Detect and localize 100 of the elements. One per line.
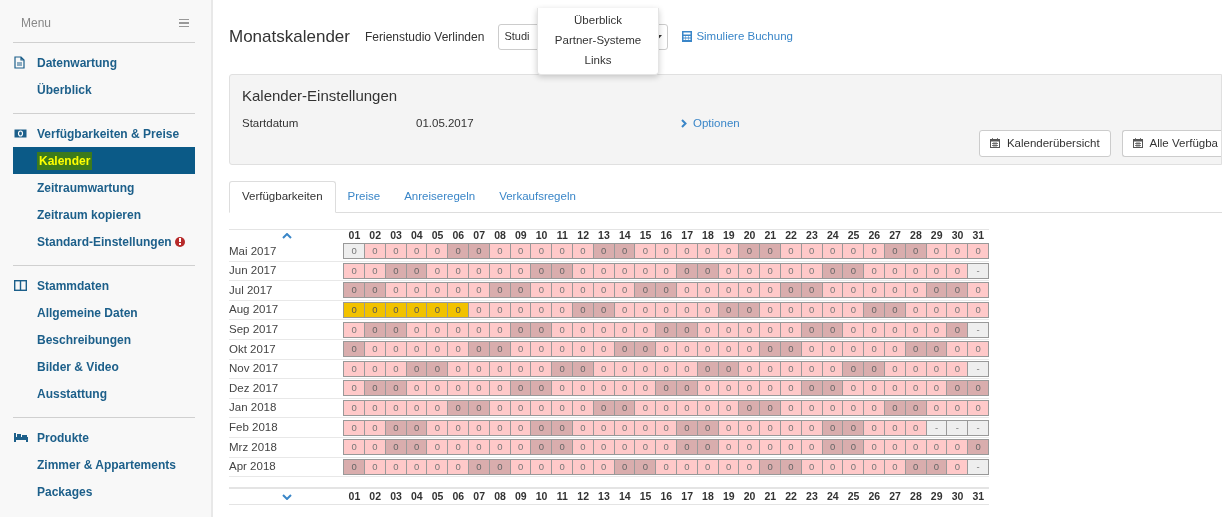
availability-cell[interactable]: 0 [448,400,470,417]
availability-cell[interactable]: - [968,262,989,279]
availability-cell[interactable]: 0 [843,439,865,456]
availability-cell[interactable]: 0 [427,360,449,377]
availability-cell[interactable]: 0 [427,458,449,475]
availability-cell[interactable]: 0 [885,243,906,260]
availability-cell[interactable]: 0 [718,341,740,358]
availability-cell[interactable]: 0 [864,321,885,338]
availability-cell[interactable]: 0 [573,380,594,397]
availability-cell[interactable]: 0 [552,341,574,358]
availability-cell[interactable]: 0 [926,302,948,319]
availability-cell[interactable]: 0 [739,302,761,319]
availability-cell[interactable]: 0 [552,243,574,260]
availability-cell[interactable]: 0 [448,302,470,319]
availability-cell[interactable]: 0 [760,321,782,338]
availability-cell[interactable]: 0 [344,262,366,279]
availability-cell[interactable]: 0 [968,439,989,456]
availability-cell[interactable]: 0 [697,360,719,377]
availability-cell[interactable]: 0 [510,341,532,358]
availability-cell[interactable]: 0 [905,282,927,299]
availability-cell[interactable]: 0 [843,282,865,299]
availability-cell[interactable]: 0 [427,282,449,299]
availability-cell[interactable]: 0 [718,419,740,436]
availability-cell[interactable]: 0 [718,439,740,456]
availability-cell[interactable]: 0 [905,439,927,456]
simulate-link[interactable]: Simuliere Buchung [682,27,793,46]
availability-cell[interactable]: 0 [573,341,594,358]
availability-cell[interactable]: 0 [885,262,906,279]
availability-cell[interactable]: 0 [697,341,719,358]
availability-cell[interactable]: 0 [843,302,865,319]
availability-cell[interactable]: 0 [385,360,407,377]
availability-cell[interactable]: 0 [864,400,885,417]
availability-cell[interactable]: 0 [552,282,574,299]
availability-cell[interactable]: 0 [489,419,511,436]
sidebar-item[interactable]: Beschreibungen [13,326,195,353]
availability-cell[interactable]: 0 [531,262,553,279]
availability-cell[interactable]: 0 [781,302,802,319]
availability-cell[interactable]: 0 [947,458,969,475]
availability-cell[interactable]: 0 [968,302,989,319]
availability-cell[interactable]: 0 [656,439,678,456]
availability-cell[interactable]: 0 [905,341,927,358]
availability-cell[interactable]: 0 [968,400,989,417]
availability-cell[interactable]: 0 [760,400,782,417]
availability-cell[interactable]: 0 [469,439,490,456]
availability-cell[interactable]: 0 [781,282,802,299]
availability-cell[interactable]: 0 [739,419,761,436]
availability-cell[interactable]: 0 [344,243,366,260]
availability-cell[interactable]: 0 [656,380,678,397]
availability-cell[interactable]: 0 [552,262,574,279]
availability-cell[interactable]: 0 [448,243,470,260]
availability-cell[interactable]: 0 [469,243,490,260]
availability-cell[interactable]: 0 [385,458,407,475]
availability-cell[interactable]: 0 [926,439,948,456]
availability-cell[interactable]: 0 [385,400,407,417]
availability-cell[interactable]: 0 [510,262,532,279]
availability-cell[interactable]: 0 [739,439,761,456]
availability-cell[interactable]: 0 [885,321,906,338]
availability-cell[interactable]: 0 [365,282,386,299]
availability-cell[interactable]: 0 [365,380,386,397]
availability-cell[interactable]: 0 [822,458,844,475]
availability-cell[interactable]: 0 [801,419,823,436]
availability-cell[interactable]: 0 [905,360,927,377]
calendar-button[interactable]: Alle Verfügba [1121,129,1221,157]
availability-cell[interactable]: 0 [885,400,906,417]
availability-cell[interactable]: 0 [406,321,428,338]
availability-cell[interactable]: 0 [593,282,615,299]
availability-cell[interactable]: 0 [905,321,927,338]
availability-cell[interactable]: 0 [531,321,553,338]
availability-cell[interactable]: 0 [593,458,615,475]
availability-cell[interactable]: 0 [739,321,761,338]
availability-cell[interactable]: 0 [718,302,740,319]
sidebar-item[interactable]: Zimmer & Appartements [13,451,195,478]
sidebar-item[interactable]: Packages [13,478,195,505]
availability-cell[interactable]: 0 [677,380,698,397]
availability-cell[interactable]: 0 [656,321,678,338]
availability-cell[interactable]: 0 [905,458,927,475]
availability-cell[interactable]: 0 [905,262,927,279]
availability-cell[interactable]: 0 [385,380,407,397]
availability-cell[interactable]: 0 [427,262,449,279]
availability-cell[interactable]: 0 [593,439,615,456]
availability-cell[interactable]: 0 [344,419,366,436]
availability-cell[interactable]: 0 [489,341,511,358]
availability-cell[interactable]: 0 [531,400,553,417]
availability-cell[interactable]: 0 [614,321,636,338]
availability-cell[interactable]: 0 [718,282,740,299]
availability-cell[interactable]: 0 [365,360,386,377]
availability-cell[interactable]: 0 [385,419,407,436]
availability-cell[interactable]: 0 [406,341,428,358]
availability-cell[interactable]: 0 [573,243,594,260]
availability-cell[interactable]: 0 [531,419,553,436]
availability-cell[interactable]: 0 [656,302,678,319]
availability-cell[interactable]: 0 [427,380,449,397]
availability-cell[interactable]: - [968,458,989,475]
availability-cell[interactable]: 0 [864,458,885,475]
availability-cell[interactable]: 0 [905,243,927,260]
availability-cell[interactable]: 0 [385,439,407,456]
availability-cell[interactable]: 0 [573,419,594,436]
availability-cell[interactable]: 0 [885,302,906,319]
availability-cell[interactable]: 0 [968,243,989,260]
availability-cell[interactable]: 0 [489,458,511,475]
